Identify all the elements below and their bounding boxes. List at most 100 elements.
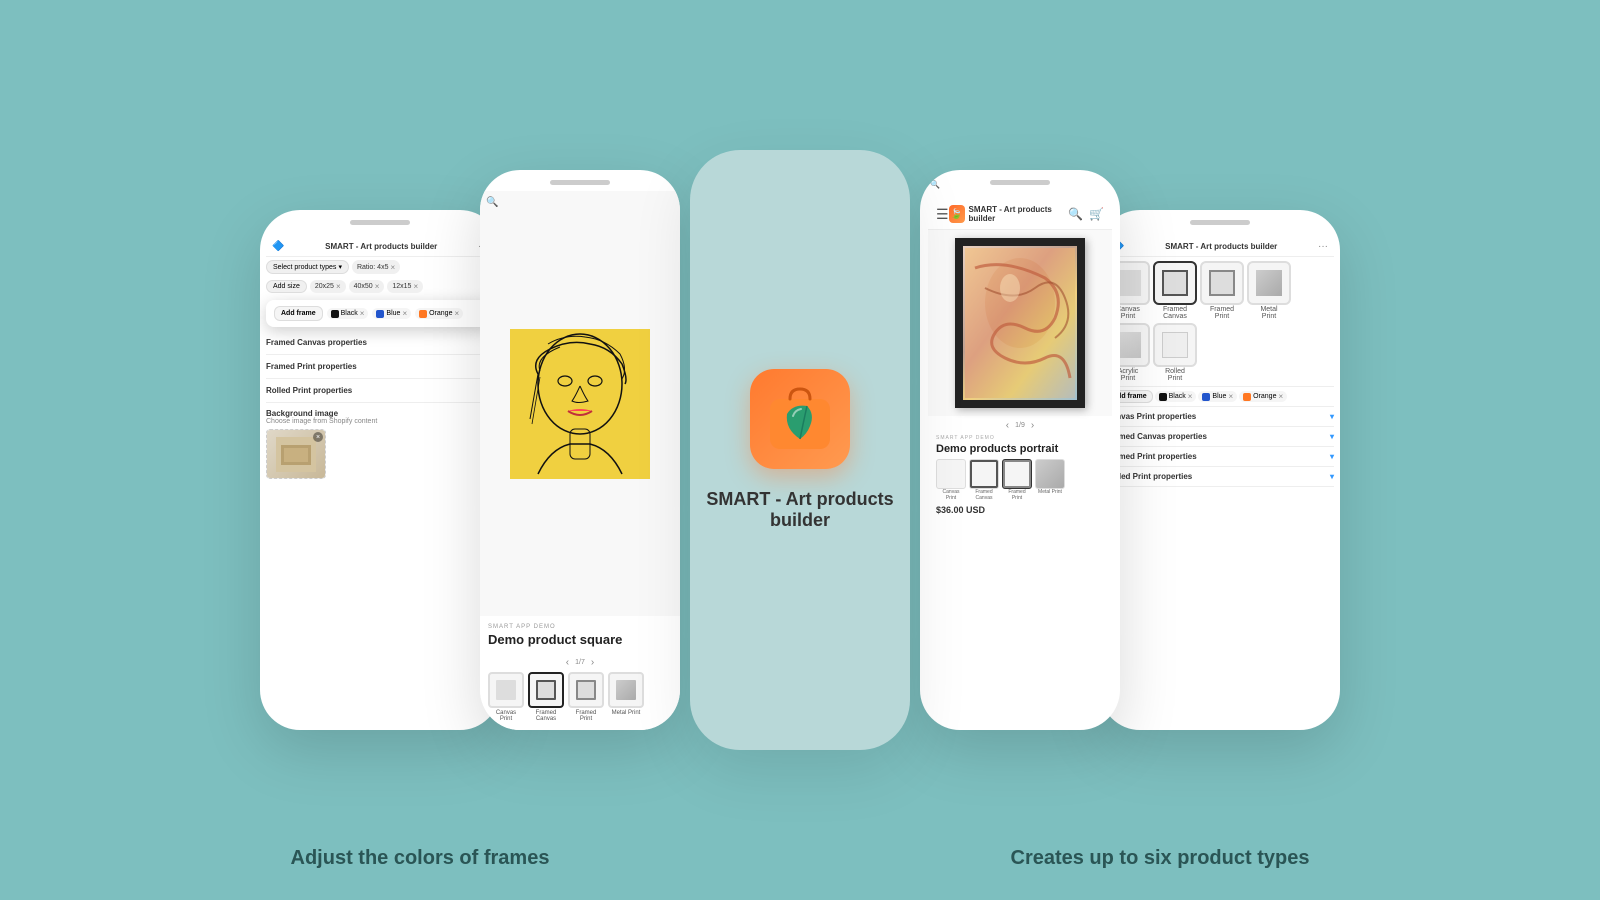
add-size-btn[interactable]: Add size xyxy=(266,280,307,293)
metal-print-thumb xyxy=(608,672,644,708)
right-type-framed-print[interactable]: FramedPrint xyxy=(1200,261,1244,320)
black-label: Black xyxy=(341,310,358,317)
phone-3-content: ☰ 🍃 SMART - Art products builder 🔍 🛒 🔍 xyxy=(920,191,1120,730)
portrait-types-row: CanvasPrint FramedCanvas F xyxy=(936,459,1104,501)
prop-framed-canvas-header[interactable]: Framed Canvas properties ▾ xyxy=(266,336,494,349)
center-app-title: SMART - Art products builder xyxy=(690,489,910,531)
portrait-image-area: 🔍 xyxy=(928,230,1112,416)
portrait-type-metal[interactable]: Metal Print xyxy=(1035,459,1065,501)
bg-thumbnail[interactable]: × xyxy=(266,429,326,479)
right-framed-canvas-label: FramedCanvas xyxy=(1163,306,1187,320)
prop-framed-print-header[interactable]: Framed Print properties ▾ xyxy=(266,360,494,373)
right-type-metal[interactable]: MetalPrint xyxy=(1247,261,1291,320)
tag-12x15-remove[interactable]: × xyxy=(413,282,418,291)
shopify-icon-left: 🔷 xyxy=(272,241,284,252)
right-type-rolled[interactable]: RolledPrint xyxy=(1153,323,1197,382)
right-prop-framed-print: Framed Print properties ▾ xyxy=(1106,447,1334,467)
add-size-label: Add size xyxy=(273,283,300,290)
right-prop-framed-print-header[interactable]: Framed Print properties ▾ xyxy=(1106,447,1334,466)
admin-title-left: SMART - Art products builder xyxy=(325,242,437,251)
portrait-type-framed-print[interactable]: FramedPrint xyxy=(1002,459,1032,501)
portrait-prev[interactable]: ‹ xyxy=(1006,420,1009,431)
cart-icon[interactable]: 🛒 xyxy=(1089,207,1104,221)
phone-admin-right: 🔷 SMART - Art products builder ··· Canva… xyxy=(1100,210,1340,730)
zoom-icon: 🔍 xyxy=(486,197,498,208)
right-color-orange: Orange × xyxy=(1239,391,1287,402)
tag-ratio-remove[interactable]: × xyxy=(390,263,395,272)
search-icon[interactable]: 🔍 xyxy=(1068,207,1083,221)
right-framed-print-label: FramedPrint xyxy=(1210,306,1234,320)
type-framed-canvas[interactable]: FramedCanvas xyxy=(528,672,564,722)
right-prop-framed-canvas-header[interactable]: Framed Canvas properties ▾ xyxy=(1106,427,1334,446)
tag-row-1: Select product types ▾ Ratio: 4x5 × xyxy=(266,257,494,277)
framed-canvas-label: FramedCanvas xyxy=(536,710,557,722)
shopify-logo-icon: 🍃 xyxy=(949,205,965,223)
prev-arrow[interactable]: ‹ xyxy=(566,657,569,668)
right-frame-row: Add frame Black × Blue × Orange × xyxy=(1106,386,1334,407)
shopify-header: ☰ 🍃 SMART - Art products builder 🔍 🛒 xyxy=(928,199,1112,230)
right-framed-canvas-inner xyxy=(1164,272,1186,294)
type-metal-print[interactable]: Metal Print xyxy=(608,672,644,722)
add-frame-button[interactable]: Add frame xyxy=(274,306,323,321)
type-canvas-print[interactable]: CanvasPrint xyxy=(488,672,524,722)
right-panel-types: CanvasPrint FramedCanvas xyxy=(1106,257,1334,386)
tag-20x25-remove[interactable]: × xyxy=(336,282,341,291)
tag-40x50-remove[interactable]: × xyxy=(375,282,380,291)
bg-section: Background image Choose image from Shopi… xyxy=(266,403,494,485)
right-framed-print-thumb xyxy=(1200,261,1244,305)
smart-demo-label: SMART APP DEMO xyxy=(488,624,672,630)
bg-remove-icon[interactable]: × xyxy=(313,432,323,442)
right-type-framed-canvas[interactable]: FramedCanvas xyxy=(1153,261,1197,320)
right-orange-label: Orange xyxy=(1253,393,1276,400)
portrait-type-framed-canvas[interactable]: FramedCanvas xyxy=(969,459,999,501)
right-black-remove[interactable]: × xyxy=(1188,392,1193,401)
shopify-action-icons: 🔍 🛒 xyxy=(1068,207,1104,221)
hamburger-icon[interactable]: ☰ xyxy=(936,206,949,223)
dots-icon-right: ··· xyxy=(1318,241,1328,252)
admin-bar-left: 🔷 SMART - Art products builder ··· xyxy=(266,237,494,257)
select-product-types-btn[interactable]: Select product types ▾ xyxy=(266,260,349,274)
orange-remove[interactable]: × xyxy=(454,309,459,318)
portrait-next[interactable]: › xyxy=(1031,420,1034,431)
portrait-page: 1/9 xyxy=(1015,422,1025,429)
main-scene: 🔷 SMART - Art products builder ··· Selec… xyxy=(0,0,1600,900)
price-badge: $36.00 USD xyxy=(936,505,1104,515)
right-framed-print-shape xyxy=(1209,270,1235,296)
phone-admin-left: 🔷 SMART - Art products builder ··· Selec… xyxy=(260,210,500,730)
right-prop-framed-print-chevron: ▾ xyxy=(1330,452,1334,461)
blue-remove[interactable]: × xyxy=(402,309,407,318)
product-types-row: CanvasPrint FramedCanvas xyxy=(488,672,672,722)
right-orange-dot xyxy=(1243,393,1251,401)
right-blue-remove[interactable]: × xyxy=(1228,392,1233,401)
right-orange-remove[interactable]: × xyxy=(1278,392,1283,401)
phone-4-content: 🔷 SMART - Art products builder ··· Canva… xyxy=(1100,231,1340,730)
prop-rolled-print: Rolled Print properties ▾ xyxy=(266,379,494,403)
portrait-type-canvas[interactable]: CanvasPrint xyxy=(936,459,966,501)
framed-canvas-thumb xyxy=(528,672,564,708)
prop-framed-print: Framed Print properties ▾ xyxy=(266,355,494,379)
portrait-framed-print-inner xyxy=(1005,462,1029,486)
framed-canvas-inner xyxy=(538,682,554,698)
phone-notch-2 xyxy=(480,170,680,191)
portrait-framed-print-thumb xyxy=(1002,459,1032,489)
product-info: SMART APP DEMO Demo product square ‹ 1/7… xyxy=(480,616,680,730)
right-framed-print-inner xyxy=(1211,272,1233,294)
portrait-title: Demo products portrait xyxy=(936,443,1104,455)
phone-notch-4 xyxy=(1100,210,1340,231)
phone-notch-3 xyxy=(920,170,1120,191)
canvas-thumb xyxy=(488,672,524,708)
frame-color-popup: Add frame Black × Blue × Orange × xyxy=(266,300,494,327)
black-remove[interactable]: × xyxy=(360,309,365,318)
next-arrow[interactable]: › xyxy=(591,657,594,668)
type-framed-print[interactable]: FramedPrint xyxy=(568,672,604,722)
bg-label: Background image xyxy=(266,409,494,418)
prop-rolled-print-header[interactable]: Rolled Print properties ▾ xyxy=(266,384,494,397)
blue-dot xyxy=(376,310,384,318)
right-prop-canvas-header[interactable]: Canvas Print properties ▾ xyxy=(1106,407,1334,426)
portrait-art-svg xyxy=(965,248,1075,398)
art-image xyxy=(510,329,650,479)
canvas-shape xyxy=(496,680,516,700)
right-color-black: Black × xyxy=(1155,391,1197,402)
right-prop-rolled-print-header[interactable]: Rolled Print properties ▾ xyxy=(1106,467,1334,486)
notch-bar-2 xyxy=(550,180,610,185)
